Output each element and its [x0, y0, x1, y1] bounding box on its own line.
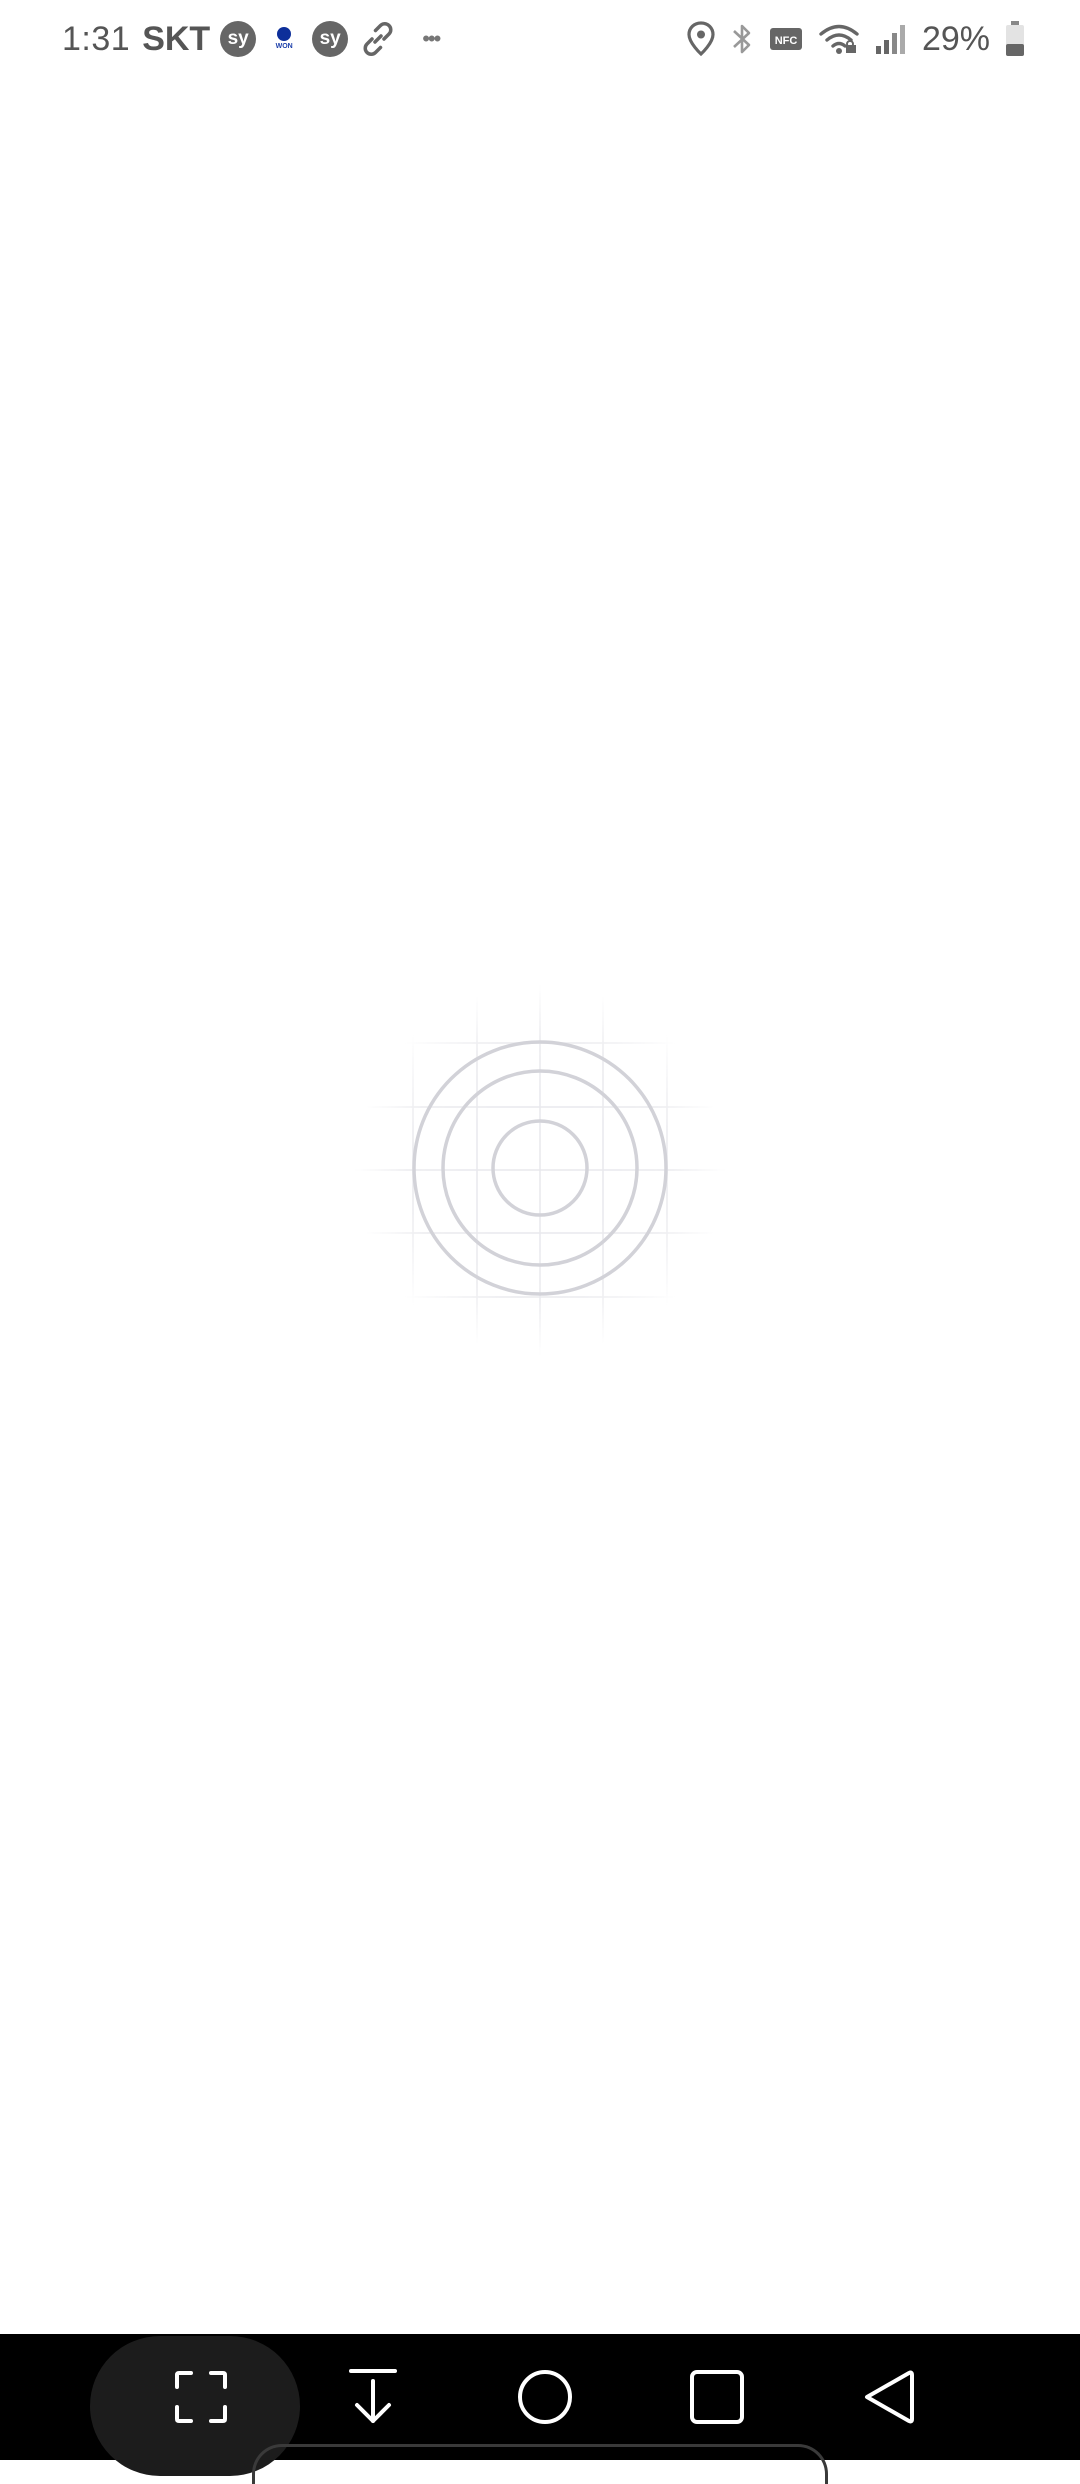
- recents-button[interactable]: [682, 2362, 752, 2432]
- link-icon: [358, 19, 398, 59]
- back-button[interactable]: [854, 2362, 924, 2432]
- home-indicator-bar[interactable]: [252, 2444, 828, 2484]
- capture-frame-icon: [175, 2371, 227, 2423]
- square-recents-icon: [690, 2370, 744, 2424]
- sy-notification-icon: sy: [220, 21, 257, 57]
- screenshot-capture-button[interactable]: [166, 2362, 236, 2432]
- bluetooth-icon: [730, 21, 754, 57]
- circle-home-icon: [518, 2370, 572, 2424]
- wifi-icon: [818, 21, 860, 57]
- cell-signal-icon: [874, 22, 908, 56]
- more-dots-icon: •••: [422, 26, 441, 51]
- won-app-icon: WON: [266, 21, 302, 57]
- won-dot-icon: [277, 27, 292, 41]
- nfc-icon: NFC: [768, 24, 804, 54]
- battery-icon: [1004, 20, 1026, 58]
- status-right-group: NFC 29%: [686, 14, 1026, 64]
- svg-text:NFC: NFC: [775, 35, 798, 47]
- status-carrier: SKT: [142, 19, 211, 58]
- target-rings-loading-icon: [355, 985, 725, 1355]
- location-pin-icon: [686, 21, 716, 57]
- download-button[interactable]: [338, 2362, 408, 2432]
- status-bar: 1:31 SKT sy WON sy ••• NFC 29%: [0, 0, 1080, 78]
- arrow-down-icon: [349, 2369, 397, 2423]
- loading-indicator: [355, 985, 725, 1355]
- navigation-bar: [0, 2334, 1080, 2484]
- status-time: 1:31: [62, 19, 131, 58]
- triangle-back-icon: [865, 2370, 914, 2424]
- sy-notification-icon-2: sy: [312, 21, 349, 57]
- won-badge-label: WON: [275, 43, 293, 50]
- status-left-group: 1:31 SKT sy WON sy •••: [62, 14, 441, 64]
- battery-percent: 29%: [921, 19, 990, 58]
- home-button[interactable]: [510, 2362, 580, 2432]
